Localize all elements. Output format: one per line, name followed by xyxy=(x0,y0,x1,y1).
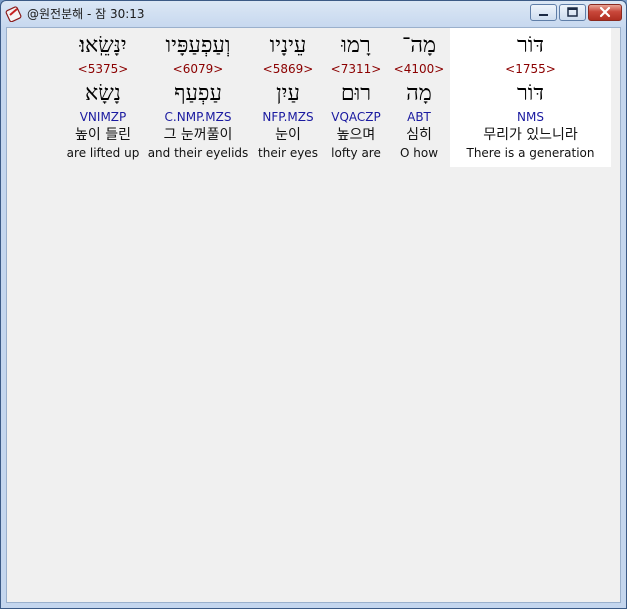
morphology-code: C.NMP.MZS xyxy=(164,110,232,124)
morphology-code: VQACZP xyxy=(331,110,381,124)
maximize-button[interactable] xyxy=(559,4,586,21)
hebrew-lemma: עַיִן xyxy=(276,81,300,106)
word-column[interactable]: וְעַפְעַפָּיו <6079> עַפְעַף C.NMP.MZS 그… xyxy=(146,28,250,167)
morphology-code: ABT xyxy=(407,110,431,124)
hebrew-lemma: רוּם xyxy=(340,81,372,106)
english-gloss: are lifted up xyxy=(66,146,140,160)
window-title: @원전분해 - 잠 30:13 xyxy=(27,7,145,21)
morphology-code: NMS xyxy=(517,110,544,124)
hebrew-word: עֵינָיו xyxy=(269,33,307,58)
english-gloss: O how xyxy=(399,146,439,160)
english-gloss: their eyes xyxy=(258,146,318,160)
hebrew-lemma: מָה xyxy=(406,81,432,106)
korean-gloss: 심히 xyxy=(406,127,432,143)
hebrew-word: מָה־ xyxy=(401,33,437,58)
english-gloss: and their eyelids xyxy=(147,146,249,160)
hebrew-word: יִנָּשֵֽׂאוּ׃ xyxy=(79,33,127,58)
korean-gloss: 그 눈꺼풀이 xyxy=(163,127,233,143)
strong-number[interactable]: <1755> xyxy=(450,62,611,76)
word-column[interactable]: רָמוּ <7311> רוּם VQACZP 높으며 lofty are xyxy=(325,28,387,167)
close-icon xyxy=(599,6,611,18)
strong-number[interactable]: <7311> xyxy=(325,62,387,76)
strong-number[interactable]: <6079> xyxy=(146,62,250,76)
korean-gloss: 눈이 xyxy=(275,127,301,143)
korean-gloss: 무리가 있느니라 xyxy=(483,127,578,143)
morphology-code: VNIMZP xyxy=(79,110,127,124)
hebrew-lemma: דּוֹר xyxy=(516,81,545,106)
word-column[interactable]: מָה־ <4100> מָה ABT 심히 O how xyxy=(391,28,447,167)
korean-gloss: 높이 들린 xyxy=(75,127,131,143)
word-column[interactable]: עֵינָיו <5869> עַיִן NFP.MZS 눈이 their ey… xyxy=(255,28,321,167)
english-gloss: lofty are xyxy=(331,146,381,160)
interlinear-panel: יִנָּשֵֽׂאוּ׃ <5375> נָשָׂא VNIMZP 높이 들린… xyxy=(6,27,621,603)
maximize-icon xyxy=(567,7,578,17)
word-column[interactable]: יִנָּשֵֽׂאוּ׃ <5375> נָשָׂא VNIMZP 높이 들린… xyxy=(64,28,142,167)
word-column-selected[interactable]: דּוֹר <1755> דּוֹר NMS 무리가 있느니라 There is… xyxy=(450,28,611,167)
app-window: @원전분해 - 잠 30:13 יִנָּשֵֽׂאוּ׃ <5375> נָש… xyxy=(0,0,627,609)
strong-number[interactable]: <5375> xyxy=(64,62,142,76)
hebrew-lemma: עַפְעַף xyxy=(174,81,222,106)
hebrew-word: רָמוּ xyxy=(341,33,371,58)
english-gloss: There is a generation xyxy=(466,146,595,160)
minimize-button[interactable] xyxy=(530,4,557,21)
morphology-code: NFP.MZS xyxy=(262,110,314,124)
strong-number[interactable]: <4100> xyxy=(391,62,447,76)
strong-number[interactable]: <5869> xyxy=(255,62,321,76)
hebrew-word: דּוֹר xyxy=(516,33,545,58)
close-button[interactable] xyxy=(588,4,622,21)
hebrew-word: וְעַפְעַפָּיו xyxy=(165,33,231,58)
title-bar[interactable]: @원전분해 - 잠 30:13 xyxy=(1,1,626,25)
minimize-icon xyxy=(539,14,548,16)
hebrew-lemma: נָשָׂא xyxy=(85,81,121,106)
korean-gloss: 높으며 xyxy=(336,127,376,143)
app-icon xyxy=(5,4,23,23)
